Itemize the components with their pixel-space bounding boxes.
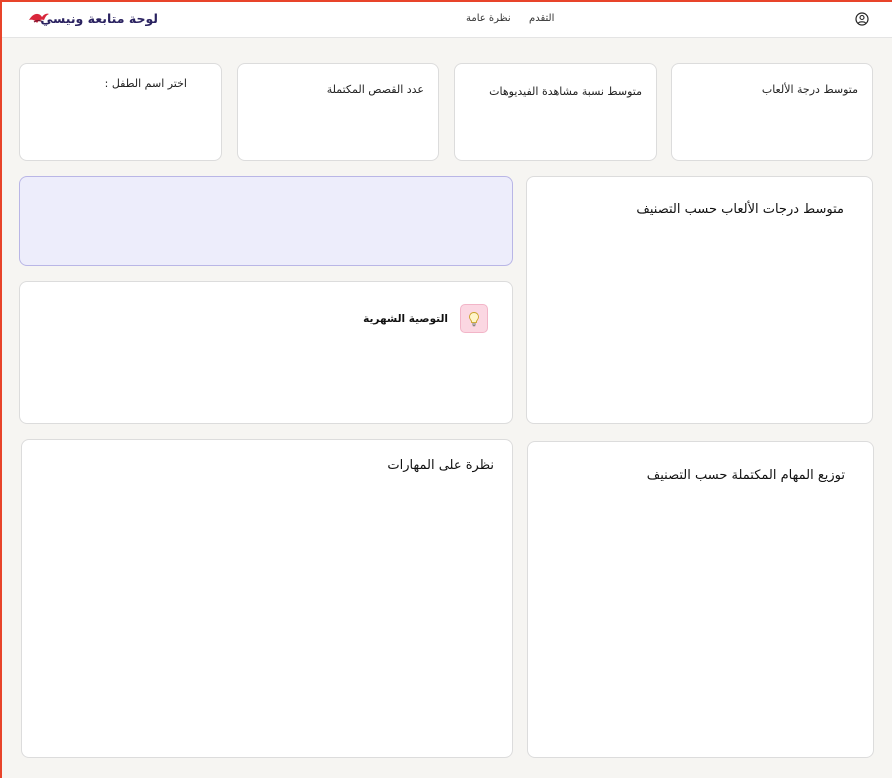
kpi-title: متوسط نسبة مشاهدة الفيديوهات [489, 85, 642, 98]
top-navbar: لوحة متابعة ونيسي نظرة عامة التقدم [0, 0, 892, 38]
kpi-title: عدد القصص المكتملة [326, 83, 424, 96]
nav-link-progress[interactable]: التقدم [529, 13, 554, 24]
child-select-card[interactable]: اختر اسم الطفل : [19, 63, 222, 161]
user-circle-icon[interactable] [855, 12, 869, 26]
brand-title-text: لوحة متابعة ونيسي [40, 11, 158, 26]
games-by-category-card: متوسط درجات الألعاب حسب التصنيف [526, 176, 873, 424]
tasks-by-category-card: توزيع المهام المكتملة حسب التصنيف [527, 441, 874, 758]
skills-overview-card: نظرة على المهارات [21, 439, 513, 758]
child-select-label: اختر اسم الطفل : [104, 77, 187, 90]
nav-link-overview[interactable]: نظرة عامة [466, 13, 511, 24]
kpi-card-avg-game-score: متوسط درجة الألعاب [671, 63, 873, 161]
skills-overview-title: نظرة على المهارات [387, 458, 494, 473]
kpi-card-avg-video-watch: متوسط نسبة مشاهدة الفيديوهات [454, 63, 657, 161]
info-banner [19, 176, 513, 266]
kpi-title: متوسط درجة الألعاب [761, 83, 858, 96]
tasks-by-category-title: توزيع المهام المكتملة حسب التصنيف [646, 468, 845, 483]
monthly-recommendation-title: التوصية الشهرية [363, 313, 448, 325]
kpi-card-completed-stories: عدد القصص المكتملة [237, 63, 439, 161]
brand-title[interactable]: لوحة متابعة ونيسي [40, 11, 158, 26]
monthly-recommendation-card: التوصية الشهرية [19, 281, 513, 424]
lightbulb-icon [460, 304, 488, 333]
games-by-category-title: متوسط درجات الألعاب حسب التصنيف [636, 202, 844, 217]
